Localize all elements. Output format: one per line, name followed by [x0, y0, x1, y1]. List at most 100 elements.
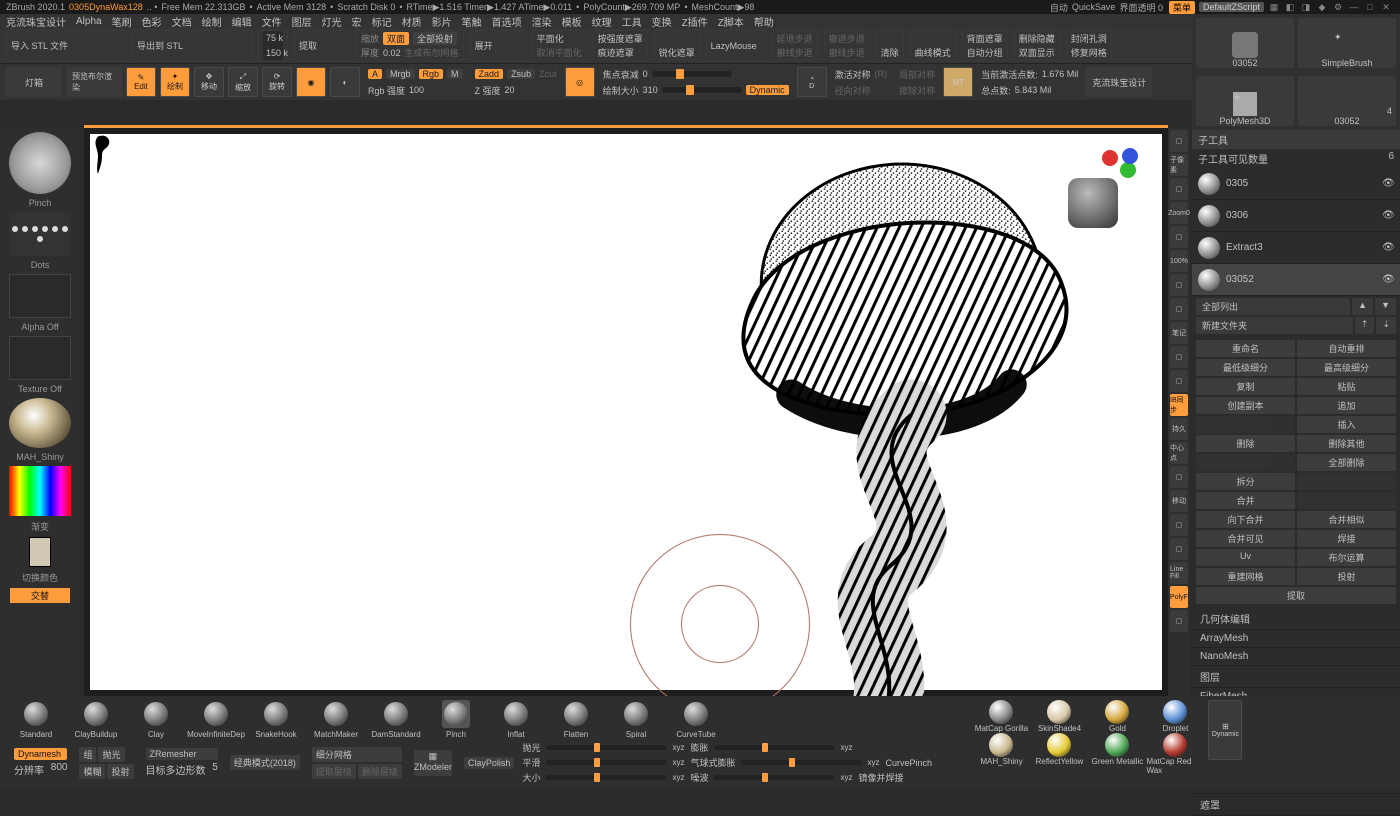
- panel-button[interactable]: 重建网格: [1196, 568, 1295, 585]
- panel-button[interactable]: 拆分: [1196, 473, 1295, 490]
- brush-slot[interactable]: ClayBuildup: [66, 700, 126, 739]
- document-canvas[interactable]: [90, 134, 1162, 690]
- color-icon[interactable]: ◆: [1316, 1, 1328, 13]
- quicksave-button[interactable]: QuickSave: [1072, 2, 1116, 12]
- menu-item[interactable]: 首选项: [492, 14, 522, 29]
- mrgb-a[interactable]: A: [368, 69, 382, 79]
- menu-item[interactable]: Z脚本: [718, 14, 744, 29]
- focal-value[interactable]: 0: [643, 69, 648, 79]
- close-icon[interactable]: ✕: [1380, 1, 1392, 13]
- auto-groups-button[interactable]: 自动分组: [967, 46, 1003, 61]
- cam-preview-cube[interactable]: [1068, 178, 1118, 228]
- color-swatch[interactable]: [29, 537, 51, 567]
- color-picker[interactable]: [9, 466, 71, 516]
- panel-button[interactable]: 焊接: [1297, 530, 1396, 547]
- right-tool-button[interactable]: 100%: [1170, 250, 1188, 272]
- dynamesh-button[interactable]: Dynamesh: [14, 748, 67, 760]
- clear-button[interactable]: 清除: [881, 46, 899, 61]
- right-tool-button[interactable]: 移动: [1170, 490, 1188, 512]
- classic-mode-button[interactable]: 经典模式(2018): [230, 755, 300, 770]
- menu-item[interactable]: 变换: [652, 14, 672, 29]
- panel-button[interactable]: 创建副本: [1196, 397, 1295, 414]
- material-slot[interactable]: Droplet: [1146, 700, 1204, 733]
- material-slot[interactable]: MatCap Gorilla: [972, 700, 1030, 733]
- section-header[interactable]: ArrayMesh: [1192, 630, 1400, 648]
- panel-button[interactable]: 布尔运算: [1297, 549, 1396, 566]
- right-tool-button[interactable]: 中心点: [1170, 442, 1188, 464]
- right-tool-button[interactable]: 子像素: [1170, 154, 1188, 176]
- panel-button[interactable]: 自动重排: [1297, 340, 1396, 357]
- right-tool-button[interactable]: 持久: [1170, 418, 1188, 440]
- new-folder-button[interactable]: 新建文件夹: [1196, 317, 1353, 334]
- right-tool-button[interactable]: ▢: [1170, 274, 1188, 296]
- panel-button[interactable]: 合并相似: [1297, 511, 1396, 528]
- jewelry-design-button[interactable]: 克流珠宝设计: [1086, 67, 1152, 97]
- panel-button[interactable]: 粘贴: [1297, 378, 1396, 395]
- minimize-icon[interactable]: —: [1348, 1, 1360, 13]
- polish-chip[interactable]: 抛光: [98, 747, 124, 762]
- polish-slider[interactable]: [546, 745, 666, 750]
- right-tool-button[interactable]: PolyF: [1170, 586, 1188, 608]
- count-75k[interactable]: 75 k: [263, 31, 283, 46]
- panel-button[interactable]: 合并: [1196, 492, 1295, 509]
- material-slot[interactable]: ReflectYellow: [1030, 733, 1088, 775]
- menu-item[interactable]: 文件: [262, 14, 282, 29]
- menu-item[interactable]: 笔触: [462, 14, 482, 29]
- flatten-button[interactable]: 平面化: [537, 31, 582, 46]
- intensity-mask-button[interactable]: 按强度遮罩: [598, 31, 643, 46]
- section-header[interactable]: 图层: [1192, 666, 1400, 688]
- material-slot[interactable]: Green Metallic: [1088, 733, 1146, 775]
- brush-thumbnail[interactable]: [9, 132, 71, 194]
- section-header[interactable]: 几何体编辑: [1192, 608, 1400, 630]
- subdivide-button[interactable]: 细分网格: [312, 747, 402, 762]
- menu-item[interactable]: 笔刷: [112, 14, 132, 29]
- stroke-thumbnail[interactable]: [9, 212, 71, 256]
- panel-button[interactable]: 删除: [1196, 435, 1295, 452]
- texture-thumbnail[interactable]: [9, 336, 71, 380]
- subtool-item[interactable]: 03052👁: [1192, 264, 1400, 296]
- swap-color-button[interactable]: 交替: [10, 588, 70, 603]
- dynamesh-res-value[interactable]: 800: [51, 762, 68, 777]
- repair-mesh-button[interactable]: 修复网格: [1071, 46, 1107, 61]
- material-thumbnail[interactable]: [9, 398, 71, 448]
- noise-slider[interactable]: [714, 775, 834, 780]
- brush-slot[interactable]: SnakeHook: [246, 700, 306, 739]
- layout-icon[interactable]: ▦: [1268, 1, 1280, 13]
- switch-color-button[interactable]: 切换颜色: [22, 571, 58, 584]
- brush-slot[interactable]: Flatten: [546, 700, 606, 739]
- panel-button[interactable]: 最低级细分: [1196, 359, 1295, 376]
- viewport[interactable]: [84, 128, 1168, 696]
- zsub-button[interactable]: Zsub: [507, 69, 535, 79]
- brush-slot[interactable]: DamStandard: [366, 700, 426, 739]
- tool-thumb-2[interactable]: ✦SimpleBrush: [1298, 18, 1396, 68]
- eye-icon[interactable]: 👁: [1382, 242, 1394, 253]
- project-all-button[interactable]: 全部投射: [413, 32, 457, 45]
- inflate-slider[interactable]: [714, 745, 834, 750]
- tool-thumb-4[interactable]: 403052: [1298, 76, 1396, 126]
- double-display-button[interactable]: 双面显示: [1019, 46, 1055, 61]
- right-tool-button[interactable]: ▢: [1170, 610, 1188, 632]
- draw-size-slider[interactable]: [662, 87, 742, 93]
- material-slot[interactable]: MatCap Red Wax: [1146, 733, 1204, 775]
- dynamic-toggle[interactable]: Dynamic: [746, 85, 789, 95]
- redo2-button[interactable]: 撤线步退: [829, 46, 865, 61]
- menu-item[interactable]: 模板: [562, 14, 582, 29]
- subtool-item[interactable]: Extract3👁: [1192, 232, 1400, 264]
- edit-mode-button[interactable]: ✎Edit: [126, 67, 156, 97]
- target-poly-value[interactable]: 5: [212, 762, 218, 777]
- ui-transparency[interactable]: 界面透明 0: [1119, 1, 1163, 14]
- menu-item[interactable]: 图层: [292, 14, 312, 29]
- focal-slider[interactable]: [652, 71, 732, 77]
- curvepinch-button[interactable]: CurvePinch: [885, 758, 932, 768]
- material-slot[interactable]: MAH_Shiny: [972, 733, 1030, 775]
- right-tool-button[interactable]: 笔记: [1170, 322, 1188, 344]
- zmodeler-button[interactable]: ▦ZModeler: [414, 750, 452, 776]
- right-tool-button[interactable]: ▢: [1170, 130, 1188, 152]
- menu-item[interactable]: 材质: [402, 14, 422, 29]
- layout-right-icon[interactable]: ◨: [1300, 1, 1312, 13]
- panel-button[interactable]: 投射: [1297, 568, 1396, 585]
- move-down-button[interactable]: ⇣: [1376, 317, 1396, 334]
- panel-button[interactable]: 删除其他: [1297, 435, 1396, 452]
- project-chip[interactable]: 投射: [107, 764, 133, 779]
- delete-level-button[interactable]: 删除层级: [358, 764, 402, 779]
